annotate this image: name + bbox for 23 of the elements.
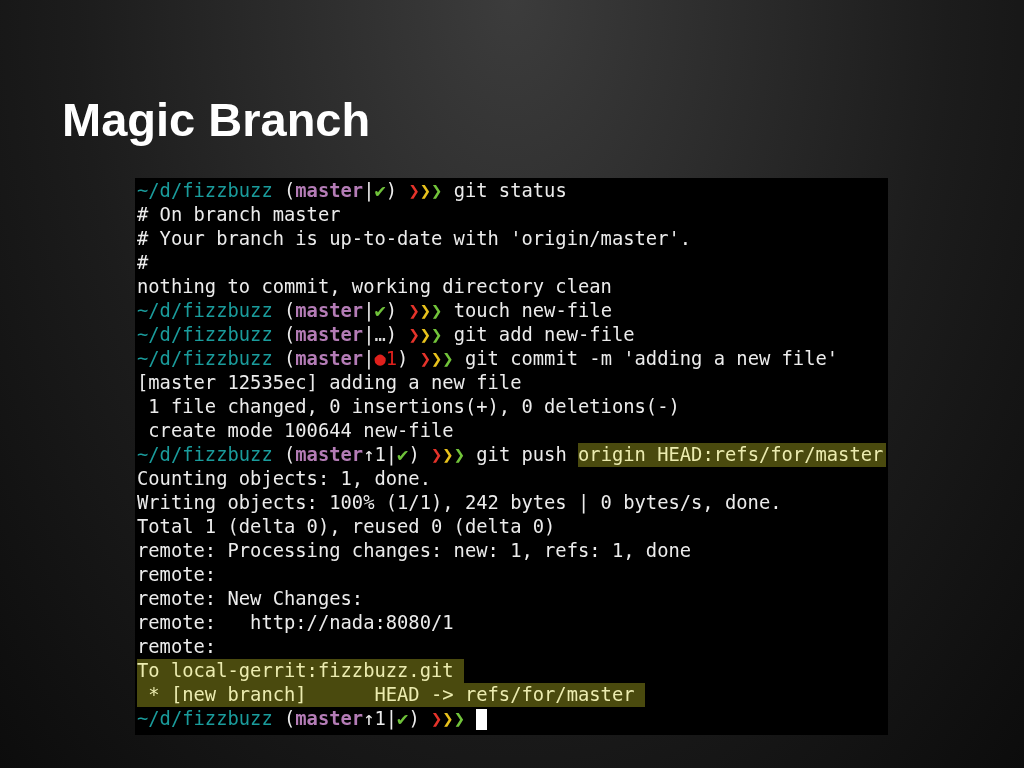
output-line: remote: Processing changes: new: 1, refs: 1, done [137,539,692,563]
output-line: # Your branch is up-to-date with 'origin/master'. [137,227,692,251]
output-line: [master 12535ec] adding a new file [137,371,522,395]
output-line: remote: [137,635,217,659]
output-line: remote: New Changes: [137,587,364,611]
prompt-line: ~/d/fizzbuzz (master↑1|✔) ❯❯❯ [137,707,465,731]
output-line: Total 1 (delta 0), reused 0 (delta 0) [137,515,556,539]
output-line: # On branch master [137,203,341,227]
output-line: Writing objects: 100% (1/1), 242 bytes | 0 bytes/s, done. [137,491,782,515]
output-line: # [137,251,149,275]
prompt-line: ~/d/fizzbuzz (master↑1|✔) ❯❯❯ git push origin HEAD:refs/for/master [137,443,887,467]
cursor [475,708,487,730]
slide-title: Magic Branch [62,92,372,148]
prompt-line: ~/d/fizzbuzz (master|●1) ❯❯❯ git commit -m 'adding a new file' [137,347,839,371]
prompt-line: ~/d/fizzbuzz (master|…) ❯❯❯ git add new-file [137,323,635,347]
output-line: 1 file changed, 0 insertions(+), 0 deletions(-) [147,395,680,419]
prompt-line: ~/d/fizzbuzz (master|✔) ❯❯❯ touch new-file [137,299,612,323]
prompt-line: ~/d/fizzbuzz (master|✔) ❯❯❯ git status [137,179,567,203]
output-line: remote: [137,563,217,587]
output-line: remote: http://nada:8080/1 [137,611,454,635]
output-line: create mode 100644 new-file [147,419,454,443]
output-line: Counting objects: 1, done. [137,467,431,491]
output-line: nothing to commit, working directory clean [137,275,612,299]
